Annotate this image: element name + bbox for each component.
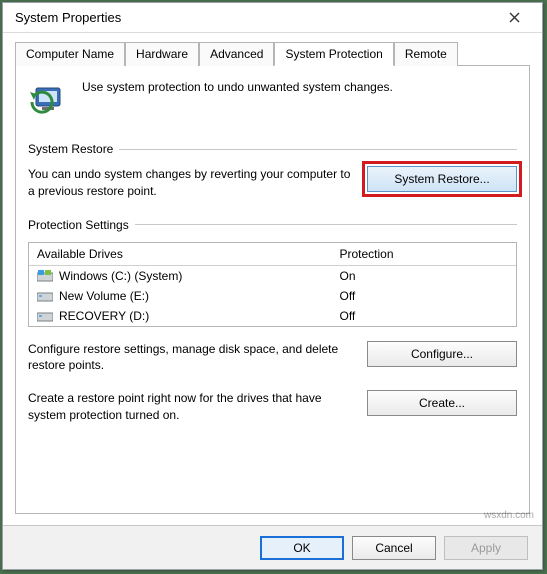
col-drives[interactable]: Available Drives: [29, 243, 331, 265]
tab-body: Use system protection to undo unwanted s…: [15, 66, 530, 514]
system-restore-text: You can undo system changes by reverting…: [28, 166, 353, 200]
create-button[interactable]: Create...: [367, 390, 517, 416]
col-protection[interactable]: Protection: [331, 243, 516, 265]
intro-text: Use system protection to undo unwanted s…: [82, 80, 393, 94]
configure-text: Configure restore settings, manage disk …: [28, 341, 353, 375]
apply-button[interactable]: Apply: [444, 536, 528, 560]
table-header: Available Drives Protection: [29, 243, 516, 266]
drives-table: Available Drives Protection Windows (C:)…: [28, 242, 517, 327]
drive-protection: Off: [331, 306, 516, 326]
drive-name: New Volume (E:): [59, 289, 149, 303]
system-properties-window: System Properties Computer Name Hardware…: [2, 2, 543, 570]
close-button[interactable]: [494, 6, 534, 30]
system-restore-group: System Restore You can undo system chang…: [28, 142, 517, 200]
cancel-button[interactable]: Cancel: [352, 536, 436, 560]
tab-hardware[interactable]: Hardware: [125, 42, 199, 66]
create-text: Create a restore point right now for the…: [28, 390, 353, 424]
drive-icon: [37, 310, 53, 322]
drive-windows-icon: [37, 270, 53, 282]
divider: [135, 224, 517, 225]
protection-settings-group: Protection Settings Available Drives Pro…: [28, 218, 517, 424]
watermark: wsxdn.com: [484, 510, 534, 521]
table-row[interactable]: RECOVERY (D:) Off: [29, 306, 516, 326]
close-icon: [509, 12, 520, 23]
table-row[interactable]: Windows (C:) (System) On: [29, 266, 516, 286]
tab-computer-name[interactable]: Computer Name: [15, 42, 125, 66]
drive-name: RECOVERY (D:): [59, 309, 149, 323]
window-title: System Properties: [15, 10, 121, 25]
dialog-buttonbar: OK Cancel Apply: [3, 525, 542, 569]
table-row[interactable]: New Volume (E:) Off: [29, 286, 516, 306]
intro-row: Use system protection to undo unwanted s…: [28, 80, 517, 120]
ok-button[interactable]: OK: [260, 536, 344, 560]
protection-settings-heading: Protection Settings: [28, 218, 129, 232]
drive-icon: [37, 290, 53, 302]
tab-advanced[interactable]: Advanced: [199, 42, 274, 66]
tab-system-protection[interactable]: System Protection: [274, 42, 393, 66]
drive-name: Windows (C:) (System): [59, 269, 182, 283]
configure-button[interactable]: Configure...: [367, 341, 517, 367]
divider: [119, 149, 517, 150]
titlebar: System Properties: [3, 3, 542, 33]
tabstrip: Computer Name Hardware Advanced System P…: [15, 41, 530, 66]
drive-protection: On: [331, 266, 516, 286]
tab-remote[interactable]: Remote: [394, 42, 458, 66]
system-restore-button[interactable]: System Restore...: [367, 166, 517, 192]
drive-protection: Off: [331, 286, 516, 306]
system-protection-icon: [28, 80, 68, 120]
system-restore-heading: System Restore: [28, 142, 113, 156]
client-area: Computer Name Hardware Advanced System P…: [3, 33, 542, 514]
